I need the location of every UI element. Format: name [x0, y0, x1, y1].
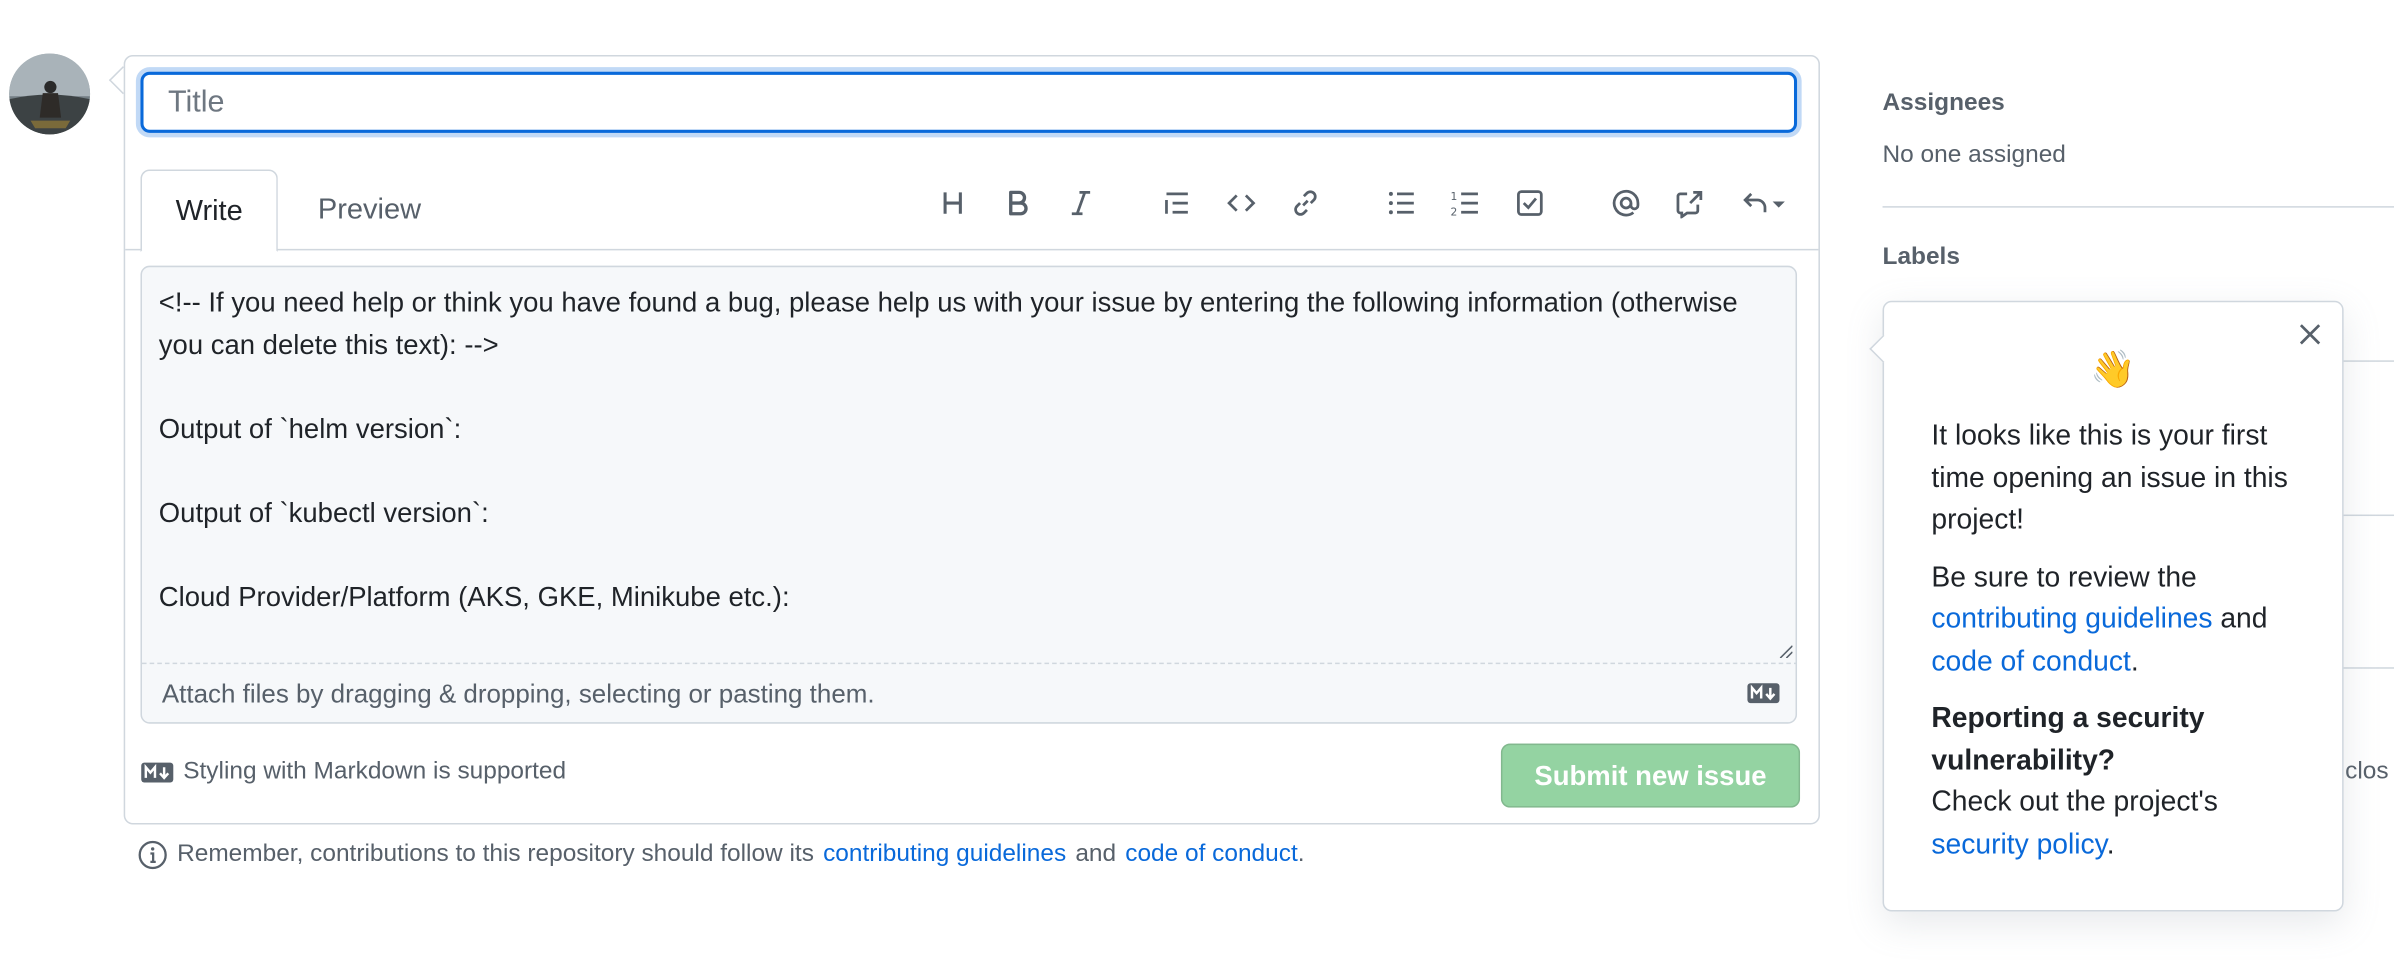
- cross-reference-icon[interactable]: [1669, 182, 1712, 225]
- close-icon[interactable]: [2296, 321, 2323, 348]
- popover-intro: It looks like this is your first time op…: [1931, 418, 2288, 535]
- markdown-icon: [1747, 683, 1780, 704]
- info-icon: [138, 840, 167, 870]
- reminder-text: Remember, contributions to this reposito…: [177, 841, 814, 868]
- popover-security-prefix: Check out the project's: [1931, 784, 2218, 817]
- title-input[interactable]: [140, 71, 1798, 133]
- link-icon[interactable]: [1284, 182, 1327, 225]
- code-icon[interactable]: [1220, 182, 1263, 225]
- heading-icon[interactable]: [931, 182, 974, 225]
- popover-review: Be sure to review the contributing guide…: [1931, 555, 2328, 681]
- issue-body-text[interactable]: <!-- If you need help or think you have …: [159, 282, 1777, 618]
- issue-form: Write Preview 12: [123, 54, 1820, 825]
- resize-grip-icon[interactable]: [1777, 643, 1793, 659]
- attach-files-text[interactable]: Attach files by dragging & dropping, sel…: [162, 679, 875, 710]
- waving-hand-emoji: 👋: [2090, 349, 2136, 391]
- reminder-period: .: [1297, 841, 1305, 868]
- svg-text:2: 2: [1450, 205, 1457, 218]
- popover-security-heading: Reporting a security vulnerability?: [1931, 700, 2205, 775]
- attach-files-bar[interactable]: Attach files by dragging & dropping, sel…: [141, 662, 1796, 723]
- labels-heading[interactable]: Labels: [1883, 244, 1960, 271]
- issue-body-editor[interactable]: <!-- If you need help or think you have …: [140, 265, 1798, 724]
- popover-security: Reporting a security vulnerability? Chec…: [1931, 696, 2328, 864]
- task-list-icon[interactable]: [1508, 182, 1551, 225]
- code-of-conduct-link[interactable]: code of conduct: [1125, 841, 1297, 868]
- new-issue-page: Write Preview 12: [0, 0, 2394, 977]
- first-issue-popover: 👋 It looks like this is your first time …: [1882, 300, 2344, 912]
- tab-preview[interactable]: Preview: [290, 169, 449, 248]
- assignees-value: No one assigned: [1882, 141, 2066, 168]
- submit-new-issue-button[interactable]: Submit new issue: [1500, 743, 1801, 808]
- markdown-supported-note: Styling with Markdown is supported: [140, 759, 566, 786]
- quote-icon[interactable]: [1156, 182, 1199, 225]
- contributing-guidelines-link[interactable]: contributing guidelines: [823, 841, 1066, 868]
- italic-icon[interactable]: [1060, 182, 1103, 225]
- tab-write[interactable]: Write: [140, 169, 278, 252]
- user-avatar[interactable]: [9, 53, 91, 135]
- popover-security-period: .: [2106, 826, 2115, 859]
- markdown-icon: [141, 762, 174, 783]
- sidebar-partial-text: clos: [2345, 758, 2389, 785]
- ordered-list-icon[interactable]: 12: [1444, 182, 1487, 225]
- assignees-heading[interactable]: Assignees: [1883, 90, 2005, 117]
- popover-contributing-guidelines-link[interactable]: contributing guidelines: [1931, 602, 2212, 634]
- popover-review-prefix: Be sure to review the: [1931, 559, 2197, 592]
- svg-text:1: 1: [1450, 190, 1457, 203]
- contribution-reminder: Remember, contributions to this reposito…: [137, 840, 1305, 871]
- sidebar-divider: [1882, 206, 2394, 208]
- markdown-supported-text[interactable]: Styling with Markdown is supported: [183, 759, 566, 786]
- popover-body: It looks like this is your first time op…: [1931, 414, 2328, 864]
- mention-icon[interactable]: [1605, 182, 1648, 225]
- bold-icon[interactable]: [995, 182, 1038, 225]
- unordered-list-icon[interactable]: [1380, 182, 1423, 225]
- saved-replies-icon[interactable]: [1733, 182, 1794, 225]
- security-policy-link[interactable]: security policy: [1931, 827, 2106, 859]
- popover-review-and: and: [2220, 601, 2268, 634]
- reminder-and: and: [1075, 841, 1117, 868]
- popover-review-period: .: [2130, 643, 2139, 676]
- popover-code-of-conduct-link[interactable]: code of conduct: [1931, 644, 2130, 676]
